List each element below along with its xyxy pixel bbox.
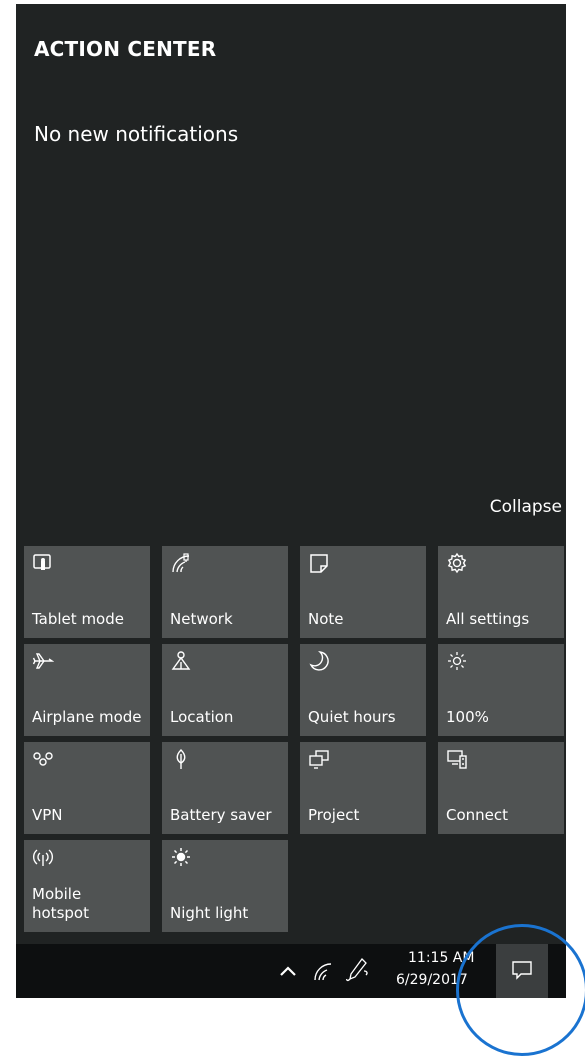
tile-all-settings[interactable]: All settings [438, 546, 564, 638]
tile-quiet-hours[interactable]: Quiet hours [300, 644, 426, 736]
tile-mobile-hotspot[interactable]: Mobile hotspot [24, 840, 150, 932]
moon-icon [308, 650, 330, 672]
gear-icon [446, 552, 468, 574]
tile-night-light[interactable]: Night light [162, 840, 288, 932]
tile-label: 100% [446, 708, 489, 726]
tile-label: Quiet hours [308, 708, 396, 726]
mobile-hotspot-icon [32, 846, 54, 868]
pen-icon[interactable] [345, 957, 370, 987]
tile-project[interactable]: Project [300, 742, 426, 834]
tile-vpn[interactable]: VPN [24, 742, 150, 834]
connect-icon [446, 748, 468, 770]
tile-label: Location [170, 708, 234, 726]
tile-battery-saver[interactable]: Battery saver [162, 742, 288, 834]
collapse-link[interactable]: Collapse [490, 497, 562, 517]
no-notifications-text: No new notifications [34, 122, 239, 146]
wifi-icon[interactable] [312, 960, 334, 986]
tile-label: Project [308, 806, 360, 824]
tile-connect[interactable]: Connect [438, 742, 564, 834]
battery-saver-icon [170, 748, 192, 770]
tile-brightness[interactable]: 100% [438, 644, 564, 736]
tile-label: Mobile hotspot [32, 885, 89, 922]
location-icon [170, 650, 192, 672]
action-center-button[interactable] [496, 944, 548, 998]
taskbar: 11:15 AM 6/29/2017 [16, 944, 566, 998]
tile-tablet-mode[interactable]: Tablet mode [24, 546, 150, 638]
chevron-up-icon[interactable] [278, 961, 298, 985]
clock-date[interactable]: 6/29/2017 [396, 972, 468, 988]
airplane-icon [32, 650, 54, 672]
project-icon [308, 748, 330, 770]
tile-location[interactable]: Location [162, 644, 288, 736]
tile-label: Connect [446, 806, 509, 824]
tile-label: Tablet mode [32, 610, 124, 628]
tile-label: All settings [446, 610, 530, 628]
tile-label: Airplane mode [32, 708, 142, 726]
tile-label: Note [308, 610, 344, 628]
clock-time[interactable]: 11:15 AM [408, 950, 474, 966]
action-center-panel: ACTION CENTER No new notifications Colla… [16, 4, 566, 944]
brightness-icon [446, 650, 468, 672]
tile-label: Network [170, 610, 233, 628]
tile-label: VPN [32, 806, 63, 824]
network-icon [170, 552, 192, 574]
note-icon [308, 552, 330, 574]
tile-network[interactable]: Network [162, 546, 288, 638]
tile-airplane-mode[interactable]: Airplane mode [24, 644, 150, 736]
action-center-title: ACTION CENTER [34, 37, 217, 61]
tile-label: Battery saver [170, 806, 272, 824]
vpn-icon [32, 748, 54, 770]
tile-note[interactable]: Note [300, 546, 426, 638]
night-light-icon [170, 846, 192, 868]
tile-label: Night light [170, 904, 249, 922]
tablet-mode-icon [32, 552, 54, 574]
